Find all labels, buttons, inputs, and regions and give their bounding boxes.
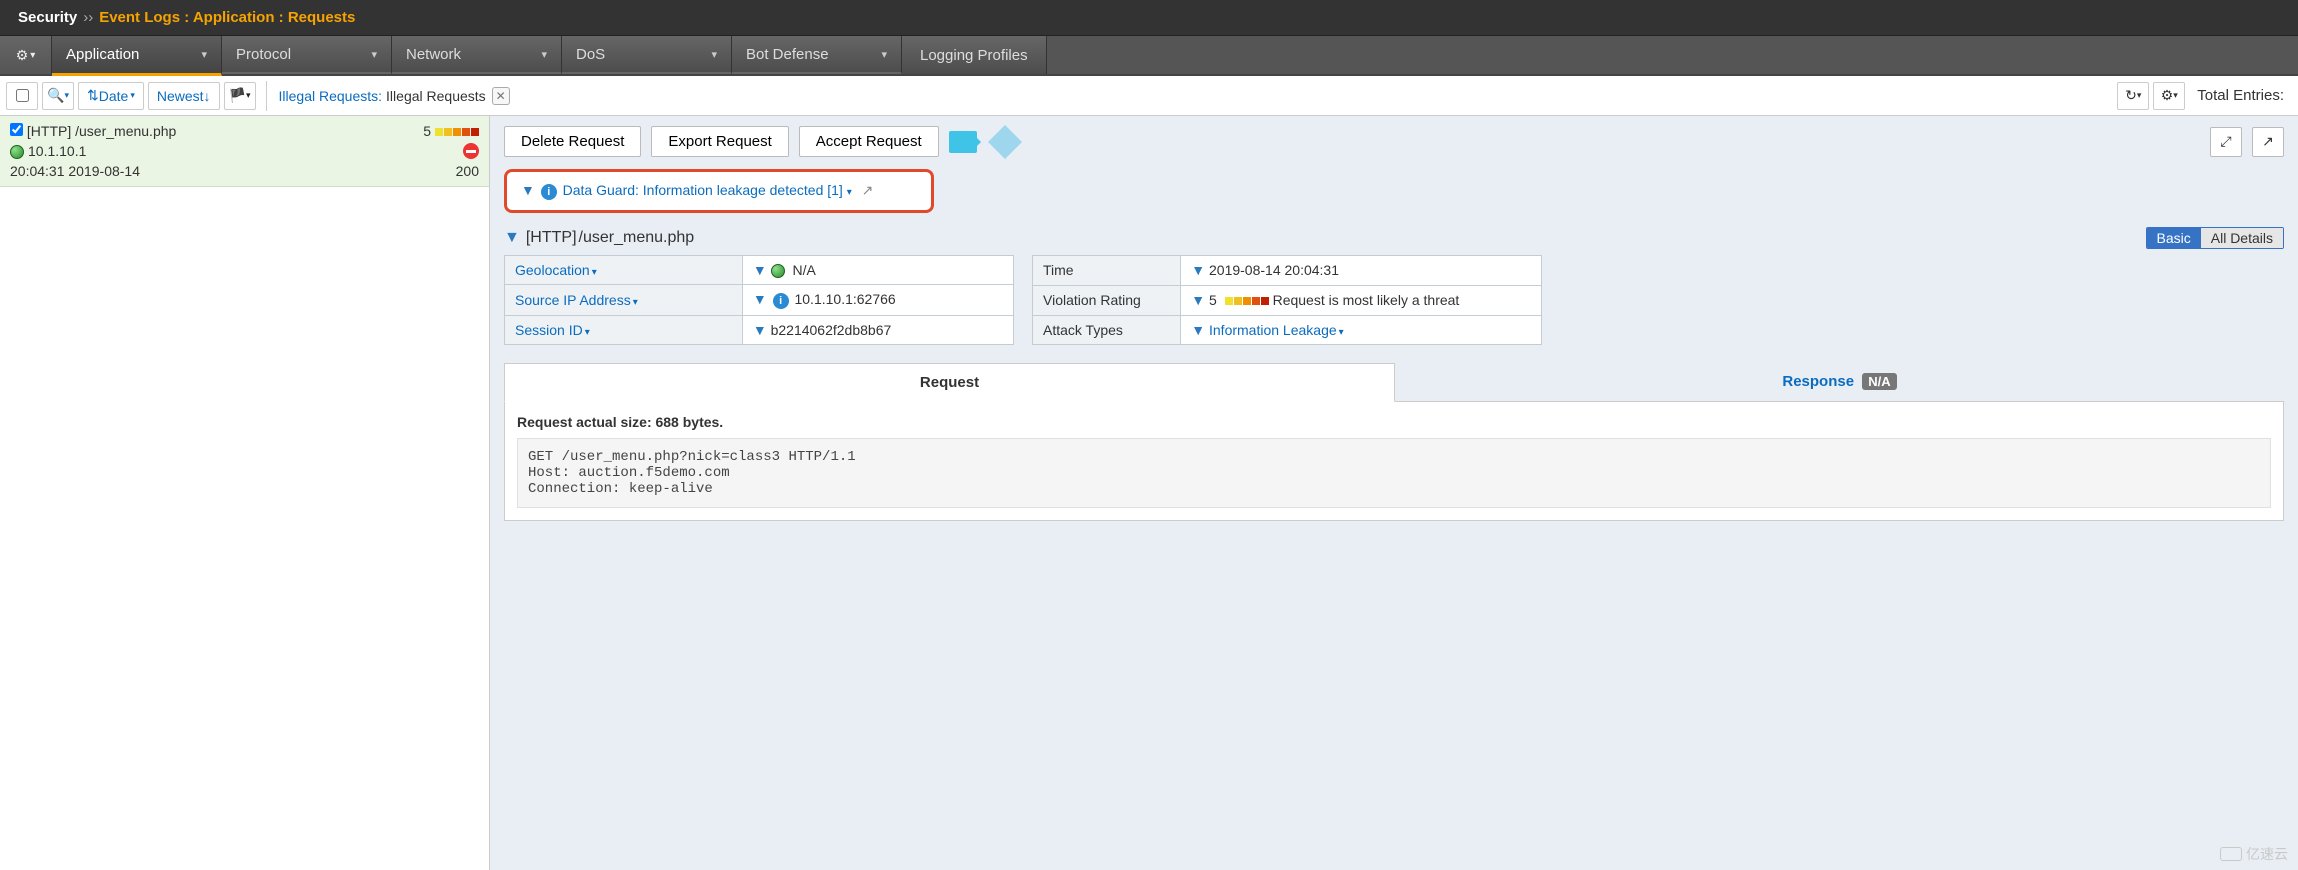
info-icon[interactable]: i xyxy=(541,184,557,200)
request-header: ▼ [HTTP] /user_menu.php Basic All Detail… xyxy=(504,227,2284,249)
external-link-icon[interactable]: ↗ xyxy=(862,182,874,198)
total-entries-label: Total Entries: xyxy=(2189,87,2292,104)
log-ip: 10.1.10.1 xyxy=(28,143,86,159)
view-basic[interactable]: Basic xyxy=(2147,228,2201,248)
select-all-checkbox[interactable] xyxy=(6,82,38,110)
tab-network[interactable]: Network▾ xyxy=(392,36,562,74)
tab-response[interactable]: Response N/A xyxy=(1395,363,2284,401)
geo-val: ▼ N/A xyxy=(742,256,1013,285)
sort-dir-label: Newest xyxy=(157,88,204,104)
separator xyxy=(266,81,267,111)
filter-value: Illegal Requests xyxy=(386,88,486,104)
log-proto: [HTTP] xyxy=(27,123,71,139)
tab-application[interactable]: Application▾ xyxy=(52,36,222,76)
sort-field[interactable]: ⇅ Date▾ xyxy=(78,82,144,110)
refresh-button[interactable]: ↻▾ xyxy=(2117,82,2149,110)
filter-tag: Illegal Requests: Illegal Requests ✕ xyxy=(279,87,510,105)
tab-label: Network xyxy=(406,46,461,63)
breadcrumb-section: Security xyxy=(18,9,77,26)
time-key: Time xyxy=(1033,256,1181,286)
breadcrumb: Security ›› Event Logs : Application : R… xyxy=(0,0,2298,36)
detail-pane: Delete Request Export Request Accept Req… xyxy=(490,116,2298,870)
main-split: [HTTP] /user_menu.php 5 10.1.10.1 20:04:… xyxy=(0,116,2298,870)
export-request-button[interactable]: Export Request xyxy=(651,126,788,157)
left-prop-table: Geolocation▾ ▼ N/A Source IP Address▾ ▼ … xyxy=(504,255,1014,345)
nav-logging-profiles[interactable]: Logging Profiles xyxy=(902,36,1047,74)
src-val: ▼ i 10.1.10.1:62766 xyxy=(742,285,1013,316)
tab-label: Bot Defense xyxy=(746,46,829,63)
violation-highlight: ▼ i Data Guard: Information leakage dete… xyxy=(504,169,934,213)
tab-label: Protocol xyxy=(236,46,291,63)
globe-icon xyxy=(10,145,24,159)
tab-label: Application xyxy=(66,46,139,63)
request-raw: GET /user_menu.php?nick=class3 HTTP/1.1 … xyxy=(517,438,2271,508)
log-list: [HTTP] /user_menu.php 5 10.1.10.1 20:04:… xyxy=(0,116,490,870)
filter-label[interactable]: Illegal Requests: xyxy=(279,88,383,104)
tab-dos[interactable]: DoS▾ xyxy=(562,36,732,74)
filter-remove-icon[interactable]: ✕ xyxy=(492,87,510,105)
vr-key: Violation Rating xyxy=(1033,285,1181,315)
violation-link[interactable]: Data Guard: Information leakage detected… xyxy=(563,182,843,198)
log-time: 20:04:31 2019-08-14 xyxy=(10,161,140,181)
log-item[interactable]: [HTTP] /user_menu.php 5 10.1.10.1 20:04:… xyxy=(0,116,489,187)
vr-val: ▼ 5 Request is most likely a threat xyxy=(1181,285,1542,315)
tab-protocol[interactable]: Protocol▾ xyxy=(222,36,392,74)
src-key[interactable]: Source IP Address▾ xyxy=(505,285,743,316)
properties: Geolocation▾ ▼ N/A Source IP Address▾ ▼ … xyxy=(504,255,2284,345)
geo-key[interactable]: Geolocation▾ xyxy=(505,256,743,285)
nav-bar: ⚙ ▾ Application▾ Protocol▾ Network▾ DoS▾… xyxy=(0,36,2298,76)
expand-icon[interactable]: ⤢ xyxy=(2210,127,2242,157)
req-proto: [HTTP] xyxy=(526,229,577,247)
nav-item-label: Logging Profiles xyxy=(920,47,1028,64)
sort-field-label: Date xyxy=(99,88,129,104)
tab-label: DoS xyxy=(576,46,605,63)
gear-menu[interactable]: ⚙ ▾ xyxy=(0,36,52,74)
settings-button[interactable]: ⚙▾ xyxy=(2153,82,2185,110)
right-prop-table: Time ▼ 2019-08-14 20:04:31 Violation Rat… xyxy=(1032,255,1542,345)
breadcrumb-sep: ›› xyxy=(83,9,93,26)
tab-bot-defense[interactable]: Bot Defense▾ xyxy=(732,36,902,74)
watermark: 亿速云 xyxy=(2220,844,2288,864)
severity-bars xyxy=(435,128,479,136)
popout-icon[interactable]: ↗ xyxy=(2252,127,2284,157)
log-checkbox[interactable] xyxy=(10,123,23,136)
log-rating: 5 xyxy=(423,123,431,139)
watermark-text: 亿速云 xyxy=(2246,844,2288,864)
req-resp-tabs: Request Response N/A xyxy=(504,363,2284,402)
view-all-details[interactable]: All Details xyxy=(2201,228,2283,248)
tag-icon[interactable] xyxy=(988,125,1022,159)
time-val: ▼ 2019-08-14 20:04:31 xyxy=(1181,256,1542,286)
sort-direction[interactable]: Newest ↓ xyxy=(148,82,220,110)
funnel-icon[interactable]: ▼ xyxy=(521,182,535,198)
at-val[interactable]: ▼ Information Leakage▾ xyxy=(1181,315,1542,345)
sess-val: ▼ b2214062f2db8b67 xyxy=(742,316,1013,345)
deny-icon xyxy=(463,143,479,159)
watermark-icon xyxy=(2220,847,2242,861)
request-size-label: Request actual size: 688 bytes. xyxy=(517,414,2271,430)
req-path: /user_menu.php xyxy=(579,229,695,247)
at-key: Attack Types xyxy=(1033,315,1181,345)
accept-request-button[interactable]: Accept Request xyxy=(799,126,939,157)
log-status: 200 xyxy=(456,161,479,181)
sess-key[interactable]: Session ID▾ xyxy=(505,316,743,345)
toolbar: 🔍▾ ⇅ Date▾ Newest ↓ 🏴▾ Illegal Requests:… xyxy=(0,76,2298,116)
request-body: Request actual size: 688 bytes. GET /use… xyxy=(504,402,2284,521)
funnel-icon[interactable]: ▼ xyxy=(504,229,520,247)
tab-request[interactable]: Request xyxy=(504,363,1395,402)
breadcrumb-path[interactable]: Event Logs : Application : Requests xyxy=(99,9,355,26)
view-toggle: Basic All Details xyxy=(2146,227,2284,249)
search-button[interactable]: 🔍▾ xyxy=(42,82,74,110)
delete-request-button[interactable]: Delete Request xyxy=(504,126,641,157)
comment-icon[interactable] xyxy=(949,131,977,153)
checkbox[interactable] xyxy=(16,89,29,102)
log-path: /user_menu.php xyxy=(75,123,176,139)
chevron-down-icon[interactable]: ▾ xyxy=(847,187,852,198)
action-bar: Delete Request Export Request Accept Req… xyxy=(504,126,2284,157)
bookmark-button[interactable]: 🏴▾ xyxy=(224,82,256,110)
